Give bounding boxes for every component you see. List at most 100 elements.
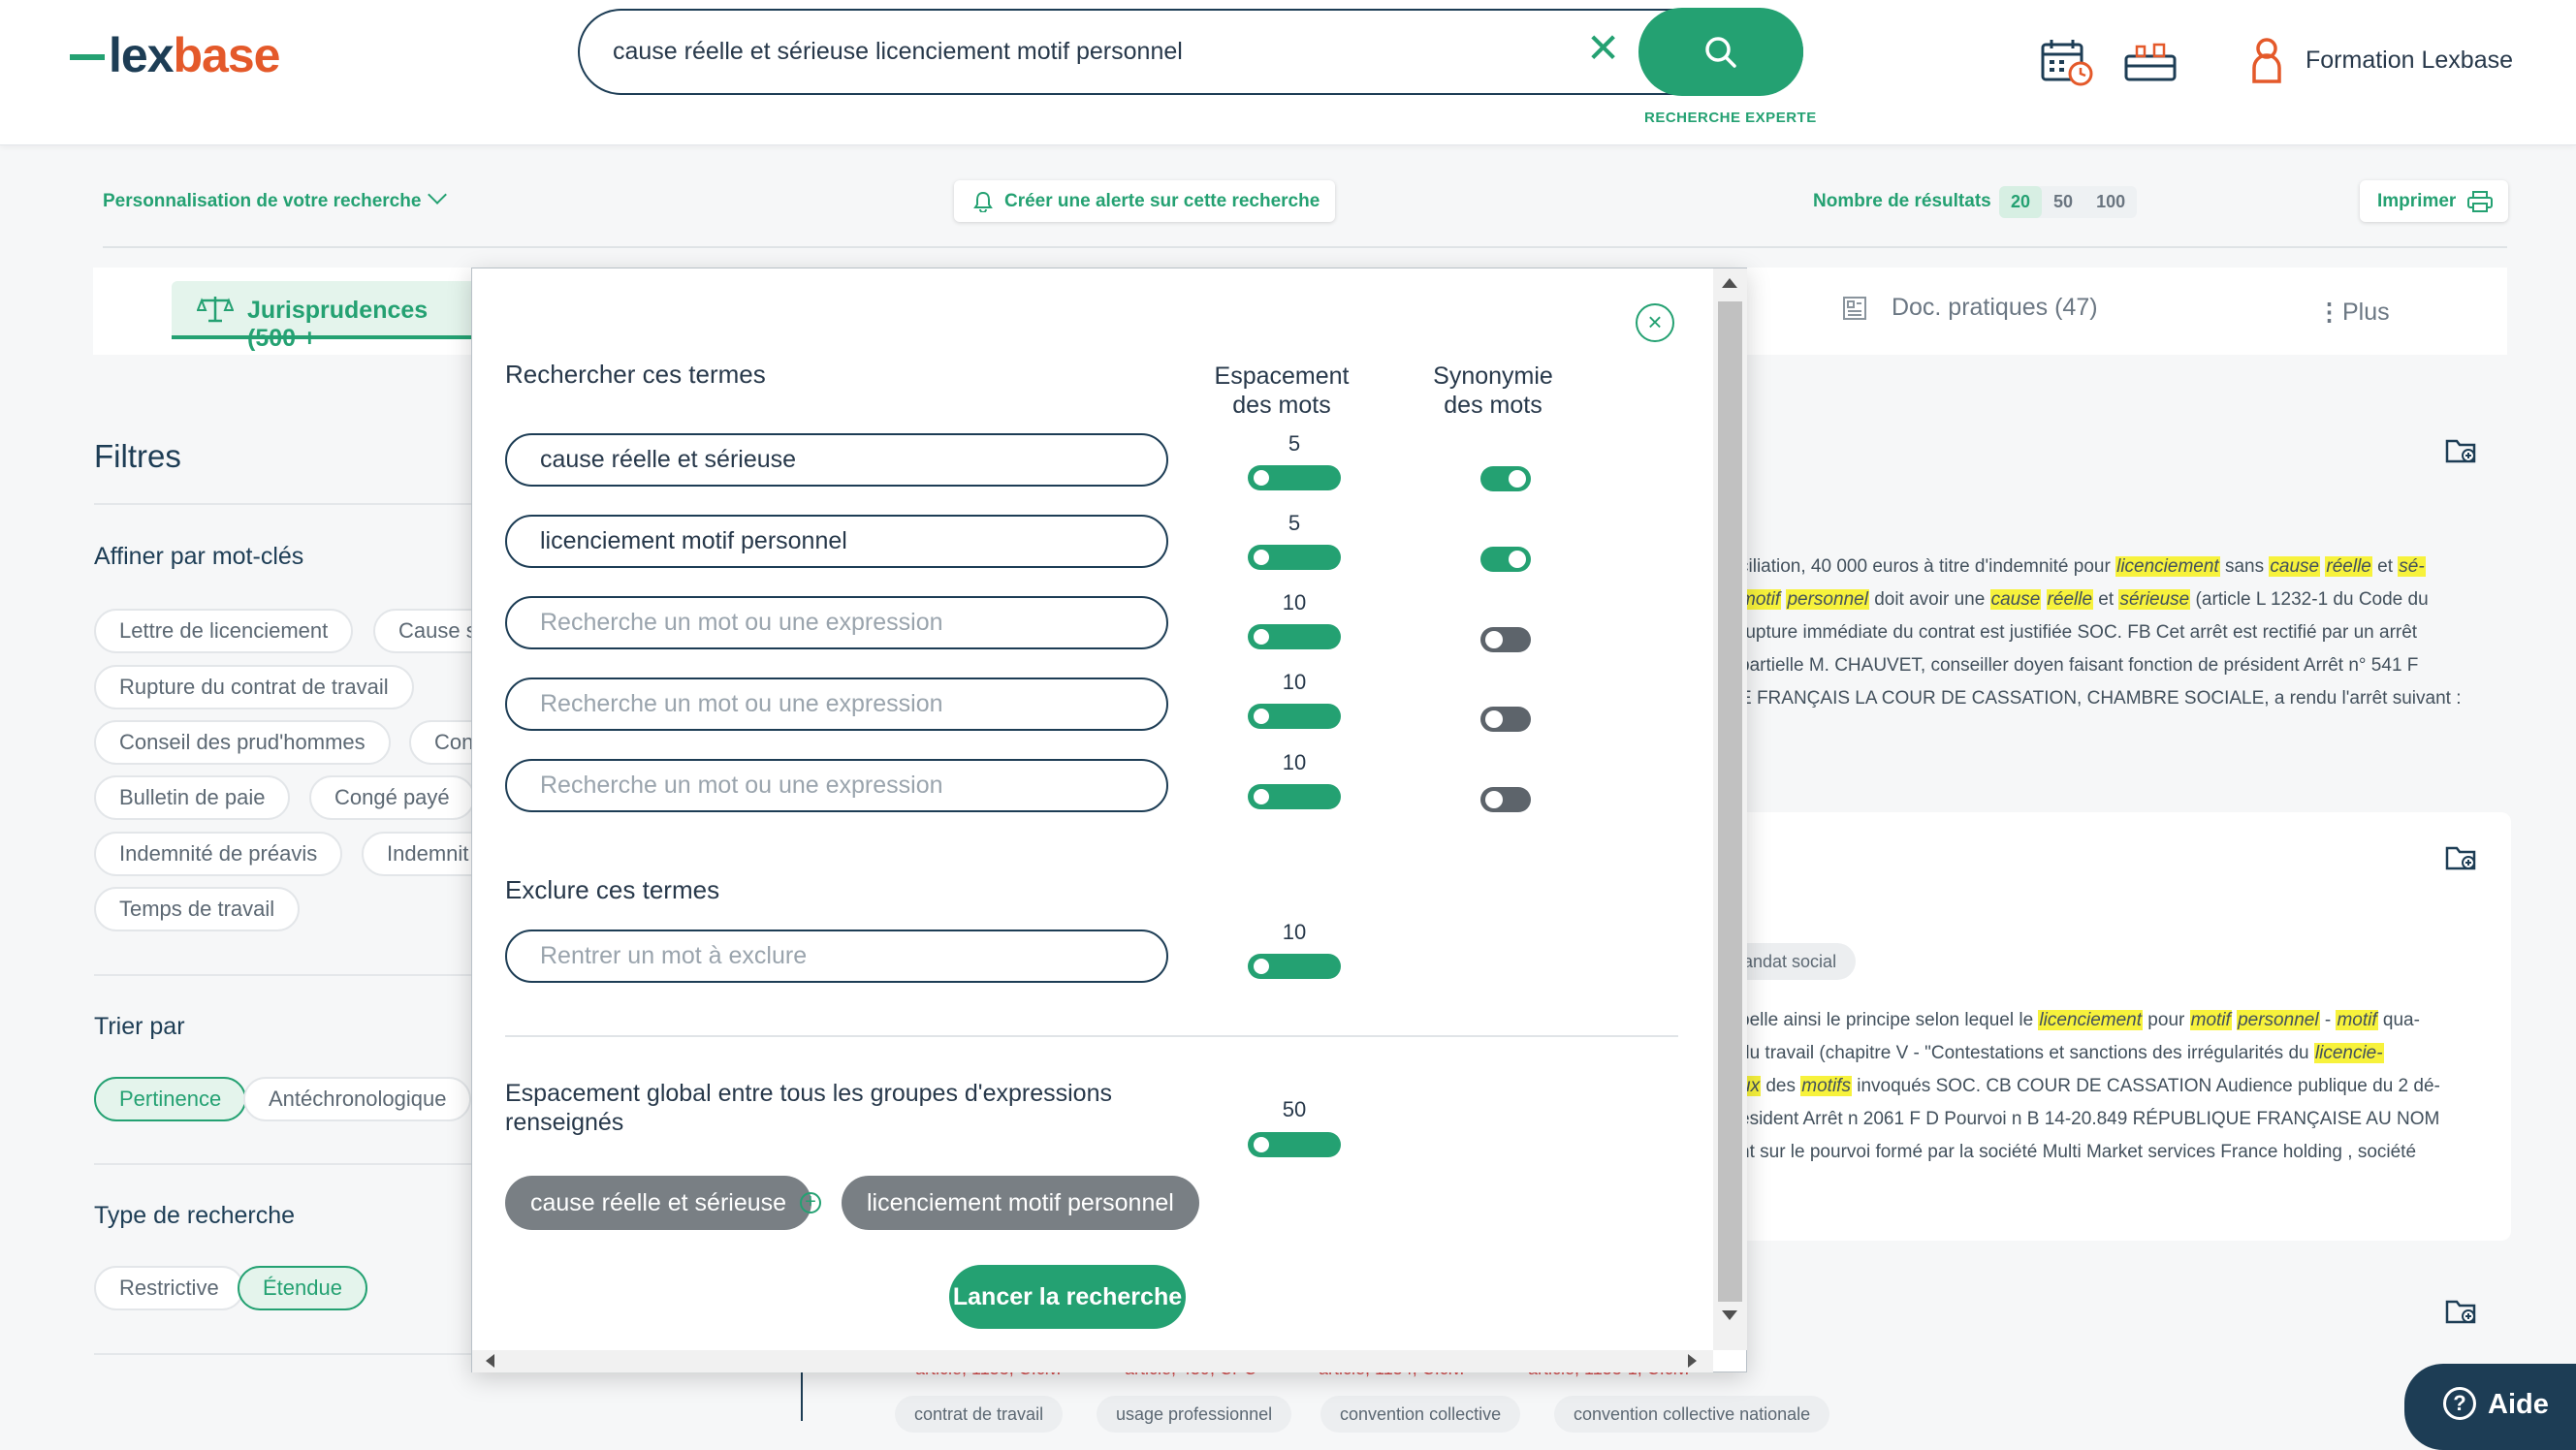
- synonym-column-header: Synonymie des mots: [1433, 362, 1553, 419]
- expression-group-chip[interactable]: cause réelle et sérieuse: [505, 1176, 812, 1230]
- sort-option-pertinence[interactable]: Pertinence: [94, 1077, 247, 1121]
- exclude-terms-title: Exclure ces termes: [505, 875, 720, 904]
- term-input-4[interactable]: Recherche un mot ou une expression: [505, 678, 1168, 731]
- toolbar-divider: [103, 246, 2507, 248]
- synonym-toggle-2[interactable]: [1480, 547, 1531, 572]
- clear-search-icon[interactable]: ✕: [1586, 28, 1620, 69]
- highlighted-term: motif: [2336, 1010, 2378, 1030]
- search-button[interactable]: [1638, 8, 1803, 96]
- help-icon: ?: [2443, 1387, 2476, 1420]
- results-option-100[interactable]: 100: [2084, 186, 2137, 218]
- synonym-toggle-3[interactable]: [1480, 627, 1531, 652]
- close-modal-icon[interactable]: ×: [1636, 303, 1674, 342]
- exclude-spacing-slider[interactable]: [1248, 954, 1341, 979]
- spacing-slider-1[interactable]: [1248, 465, 1341, 490]
- results-option-50[interactable]: 50: [2042, 186, 2084, 218]
- excerpt-line: motif personnel doit avoir une cause rée…: [1739, 589, 2429, 610]
- bell-icon: [973, 191, 993, 212]
- highlighted-term: réelle: [2325, 556, 2372, 577]
- calendar-clock-icon[interactable]: [2040, 37, 2094, 92]
- synonym-toggle-5[interactable]: [1480, 787, 1531, 812]
- result-excerpt: ciliation, 40 000 euros à titre d'indemn…: [1739, 551, 2476, 715]
- synonym-toggle-1[interactable]: [1480, 466, 1531, 491]
- term-input-2[interactable]: licenciement motif personnel: [505, 515, 1168, 568]
- sort-option-antechronologique[interactable]: Antéchronologique: [243, 1077, 472, 1121]
- lexbase-logo[interactable]: lexbase: [70, 27, 280, 83]
- keyword-chip[interactable]: Congé payé: [309, 775, 475, 820]
- excerpt-line: pelle ainsi le principe selon lequel le …: [1739, 1010, 2420, 1030]
- section-divider: [94, 1163, 472, 1165]
- modal-vertical-scrollbar[interactable]: [1713, 268, 1747, 1350]
- launch-search-button[interactable]: Lancer la recherche: [949, 1265, 1186, 1329]
- spacing-slider-3[interactable]: [1248, 624, 1341, 649]
- result-tag[interactable]: convention collective: [1320, 1396, 1521, 1433]
- result-tag[interactable]: convention collective nationale: [1554, 1396, 1830, 1433]
- search-type-restrictive[interactable]: Restrictive: [94, 1266, 244, 1310]
- sort-section-title: Trier par: [94, 1013, 185, 1040]
- create-alert-button[interactable]: Créer une alerte sur cette recherche: [954, 180, 1336, 222]
- scroll-right-arrow-icon[interactable]: [1688, 1354, 1697, 1368]
- highlighted-term: licencie-: [2313, 1043, 2384, 1063]
- keyword-chip[interactable]: Lettre de licenciement: [94, 609, 354, 653]
- tab-plus[interactable]: ⋮Plus: [2317, 298, 2390, 327]
- search-query[interactable]: cause réelle et sérieuse licenciement mo…: [613, 38, 1183, 66]
- term-input-5[interactable]: Recherche un mot ou une expression: [505, 759, 1168, 812]
- spacing-slider-5[interactable]: [1248, 784, 1341, 809]
- excerpt-line: ésident Arrêt n 2061 F D Pourvoi n B 14-…: [1739, 1109, 2440, 1129]
- spacing-slider-4[interactable]: [1248, 704, 1341, 729]
- expert-search-modal: × Rechercher ces termes Espacement des mo…: [471, 268, 1747, 1372]
- top-header: lexbase cause réelle et sérieuse licenci…: [0, 0, 2576, 145]
- results-count-selector: 20 50 100: [1999, 186, 2138, 218]
- spacing-value: 10: [1282, 750, 1307, 774]
- highlighted-term: motif: [2189, 1010, 2232, 1030]
- toolbox-icon[interactable]: [2123, 41, 2178, 88]
- personalize-search-dropdown[interactable]: Personnalisation de votre recherche: [103, 185, 448, 212]
- search-input[interactable]: cause réelle et sérieuse licenciement mo…: [578, 9, 1803, 95]
- keyword-chip[interactable]: Conseil des prud'hommes: [94, 720, 391, 765]
- highlighted-term: cause: [2269, 556, 2321, 577]
- term-input-3[interactable]: Recherche un mot ou une expression: [505, 596, 1168, 649]
- add-to-folder-icon[interactable]: [2445, 843, 2478, 877]
- add-to-folder-icon[interactable]: [2445, 436, 2478, 470]
- keywords-section-title: Affiner par mot-clés: [94, 543, 304, 570]
- search-type-etendue[interactable]: Étendue: [238, 1266, 367, 1310]
- expression-group-chip[interactable]: licenciement motif personnel: [842, 1176, 1199, 1230]
- exclude-input[interactable]: Rentrer un mot à exclure: [505, 930, 1168, 983]
- scroll-left-arrow-icon[interactable]: [486, 1354, 494, 1368]
- result-tag[interactable]: usage professionnel: [1097, 1396, 1292, 1433]
- add-group-icon[interactable]: +: [800, 1192, 821, 1214]
- term-input-1[interactable]: cause réelle et sérieuse: [505, 433, 1168, 487]
- expert-search-link[interactable]: RECHERCHE EXPERTE: [1644, 110, 1817, 126]
- global-spacing-slider[interactable]: [1248, 1132, 1341, 1157]
- keyword-chip[interactable]: Temps de travail: [94, 887, 301, 931]
- keyword-chip[interactable]: Indemnité de préavis: [94, 832, 343, 876]
- add-to-folder-icon[interactable]: [2445, 1297, 2478, 1331]
- excerpt-line: du travail (chapitre V - "Contestations …: [1739, 1043, 2384, 1063]
- modal-horizontal-scrollbar[interactable]: [472, 1350, 1713, 1372]
- spacing-value: 5: [1288, 511, 1301, 535]
- filters-title: Filtres: [94, 438, 181, 474]
- user-icon[interactable]: [2249, 37, 2284, 90]
- filters-divider: [94, 503, 472, 505]
- help-button[interactable]: ? Aide: [2404, 1364, 2576, 1450]
- search-type-section-title: Type de recherche: [94, 1202, 296, 1229]
- spacing-slider-2[interactable]: [1248, 545, 1341, 570]
- user-name[interactable]: Formation Lexbase: [2306, 47, 2513, 75]
- result-tag[interactable]: contrat de travail: [895, 1396, 1064, 1433]
- results-option-20[interactable]: 20: [1999, 186, 2043, 218]
- result-excerpt: pelle ainsi le principe selon lequel le …: [1739, 1004, 2476, 1169]
- search-icon: [1705, 37, 1736, 68]
- keyword-chip[interactable]: Rupture du contrat de travail: [94, 665, 414, 709]
- scroll-down-arrow-icon[interactable]: [1722, 1310, 1737, 1320]
- print-button[interactable]: Imprimer: [2360, 180, 2509, 222]
- synonym-toggle-4[interactable]: [1480, 707, 1531, 732]
- scroll-thumb[interactable]: [1718, 301, 1742, 1302]
- scroll-up-arrow-icon[interactable]: [1722, 278, 1737, 288]
- tab-doc-pratiques[interactable]: Doc. pratiques (47): [1842, 294, 2098, 322]
- spacing-column-header: Espacement des mots: [1214, 362, 1350, 419]
- keyword-chip[interactable]: Bulletin de paie: [94, 775, 291, 820]
- chevron-down-icon: [428, 185, 448, 205]
- excerpt-line: nt sur le pourvoi formé par la société M…: [1739, 1142, 2417, 1162]
- document-icon: [1843, 297, 1866, 321]
- tab-jurisprudences[interactable]: Jurisprudences (500 +: [172, 281, 482, 352]
